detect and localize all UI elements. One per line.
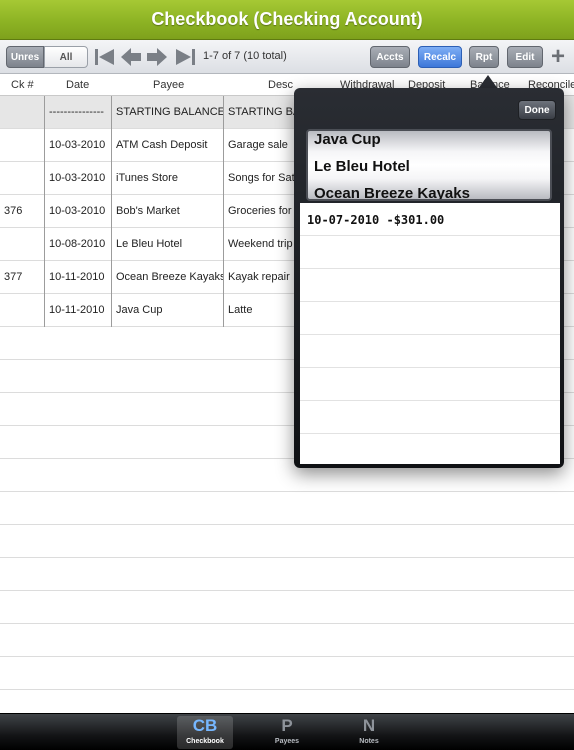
tab-label: Notes	[359, 738, 379, 745]
payees-icon: P	[281, 716, 293, 735]
row-date: 10-08-2010	[49, 238, 106, 250]
col-header-desc[interactable]: Desc	[268, 79, 293, 91]
col-header-payee[interactable]: Payee	[153, 79, 184, 91]
popover-arrow	[478, 75, 498, 89]
done-button[interactable]: Done	[518, 100, 556, 120]
row-ck: 377	[4, 271, 23, 283]
report-entry: 10-07-2010 -$301.00	[307, 213, 445, 227]
unres-filter-button[interactable]: Unres	[6, 46, 44, 68]
tab-label: Checkbook	[186, 738, 224, 745]
toolbar: Unres All 1-7 of 7 (10 total) Accts Reca…	[0, 40, 574, 74]
next-record-icon[interactable]	[146, 47, 168, 67]
row-date: 10-11-2010	[49, 271, 105, 283]
all-filter-button[interactable]: All	[44, 46, 88, 68]
row-ck	[0, 294, 44, 327]
app-title: Checkbook (Checking Account)	[151, 9, 423, 29]
add-icon[interactable]: +	[551, 43, 565, 71]
recalc-button[interactable]: Recalc	[418, 46, 462, 68]
col-header-date[interactable]: Date	[66, 79, 89, 91]
row-desc: Songs for Sat	[228, 172, 295, 184]
row-payee: iTunes Store	[116, 172, 178, 184]
checkbook-icon: CB	[192, 716, 218, 735]
picker-item-selected[interactable]: Le Bleu Hotel	[314, 158, 410, 175]
picker-item[interactable]: Ocean Breeze Kayaks	[314, 185, 470, 199]
report-results: 10-07-2010 -$301.00	[300, 203, 560, 464]
row-desc: STARTING BA	[228, 106, 296, 118]
row-desc: Latte	[228, 304, 253, 316]
empty-row	[0, 624, 574, 657]
row-desc: Groceries for t	[228, 205, 296, 217]
row-ck	[0, 228, 44, 261]
payee-picker[interactable]: Java Cup Le Bleu Hotel Ocean Breeze Kaya…	[306, 129, 552, 201]
col-header-ck[interactable]: Ck #	[11, 79, 34, 91]
row-payee: Le Bleu Hotel	[116, 238, 183, 250]
row-ck: 376	[4, 205, 23, 217]
row-payee: ATM Cash Deposit	[116, 139, 208, 151]
edit-button[interactable]: Edit	[507, 46, 543, 68]
empty-row	[0, 525, 574, 558]
row-date: 10-03-2010	[49, 205, 106, 217]
row-desc: Kayak repair	[228, 271, 290, 283]
tab-label: Payees	[274, 738, 300, 745]
row-date: 10-11-2010	[49, 304, 105, 316]
row-date: 10-03-2010	[49, 139, 106, 151]
title-bar: Checkbook (Checking Account)	[0, 0, 574, 40]
row-ck	[0, 129, 44, 162]
record-range-text: 1-7 of 7 (10 total)	[203, 50, 287, 62]
row-desc: Weekend trip	[228, 238, 293, 250]
empty-row	[0, 591, 574, 624]
row-payee: Bob's Market	[116, 205, 180, 217]
row-date: 10-03-2010	[49, 172, 106, 184]
tab-checkbook[interactable]: CB Checkbook	[177, 716, 233, 749]
row-ck	[0, 162, 44, 195]
row-desc: Garage sale	[228, 139, 288, 151]
row-payee: STARTING BALANCE	[116, 106, 223, 118]
empty-row	[0, 558, 574, 591]
tab-notes[interactable]: N Notes	[341, 716, 397, 749]
last-record-icon[interactable]	[174, 47, 196, 67]
empty-row	[0, 657, 574, 690]
row-ck	[0, 96, 44, 129]
empty-row	[0, 492, 574, 525]
previous-record-icon[interactable]	[120, 47, 142, 67]
first-record-icon[interactable]	[94, 47, 116, 67]
row-payee: Java Cup	[116, 304, 163, 316]
accounts-button[interactable]: Accts	[370, 46, 410, 68]
picker-item[interactable]: Java Cup	[314, 131, 381, 148]
row-date: ---------------	[49, 106, 104, 118]
tab-payees[interactable]: P Payees	[259, 716, 315, 749]
row-payee: Ocean Breeze Kayaks	[116, 271, 223, 283]
tab-bar: CB Checkbook P Payees N Notes	[0, 713, 574, 750]
report-button[interactable]: Rpt	[469, 46, 499, 68]
notes-icon: N	[362, 716, 376, 735]
